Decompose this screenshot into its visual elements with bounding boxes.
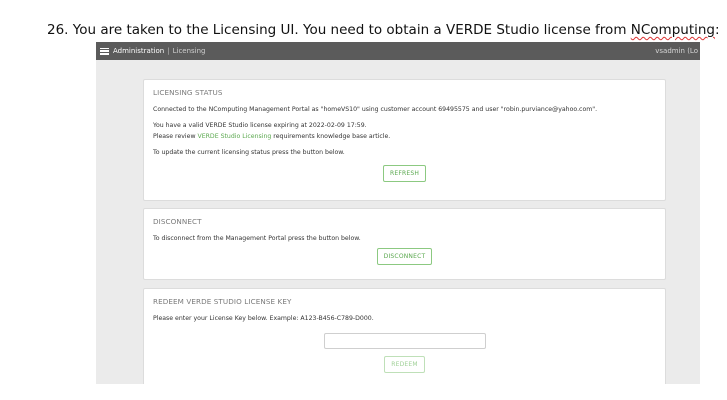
top-bar: Administration | Licensing vsadmin (Lo — [96, 42, 700, 60]
disconnect-button[interactable]: DISCONNECT — [376, 248, 433, 265]
update-instructions: To update the current licensing status p… — [153, 149, 345, 156]
disconnect-panel: DISCONNECT To disconnect from the Manage… — [143, 208, 666, 280]
step-suffix: : — [715, 22, 720, 38]
review-text: Please review VERDE Studio Licensing req… — [153, 133, 656, 141]
disconnect-heading: DISCONNECT — [153, 217, 202, 226]
step-company: NComputing — [630, 22, 715, 38]
user-menu[interactable]: vsadmin (Lo — [655, 47, 700, 55]
breadcrumb-licensing: Licensing — [172, 47, 206, 55]
document-step-caption: 26. You are taken to the Licensing UI. Y… — [47, 22, 720, 38]
verde-licensing-link[interactable]: VERDE Studio Licensing — [197, 133, 271, 140]
license-valid-text: You have a valid VERDE Studio license ex… — [153, 122, 367, 129]
menu-icon[interactable] — [100, 47, 109, 55]
redeem-panel: REDEEM VERDE STUDIO LICENSE KEY Please e… — [143, 288, 666, 384]
refresh-button[interactable]: REFRESH — [382, 165, 427, 182]
licensing-status-heading: LICENSING STATUS — [153, 88, 223, 97]
connection-status-text: Connected to the NComputing Management P… — [153, 106, 598, 113]
step-text: 26. You are taken to the Licensing UI. Y… — [47, 22, 631, 38]
review-suffix: requirements knowledge base article. — [271, 133, 391, 140]
breadcrumb-separator: | — [167, 47, 170, 55]
review-prefix: Please review — [153, 133, 198, 140]
license-key-input[interactable] — [323, 333, 486, 349]
disconnect-text: To disconnect from the Management Portal… — [153, 235, 361, 242]
redeem-text: Please enter your License Key below. Exa… — [153, 315, 374, 322]
redeem-button[interactable]: REDEEM — [384, 356, 425, 373]
redeem-heading: REDEEM VERDE STUDIO LICENSE KEY — [153, 297, 292, 306]
breadcrumb-administration[interactable]: Administration — [113, 47, 164, 55]
licensing-screen: Administration | Licensing vsadmin (Lo L… — [96, 42, 700, 384]
licensing-status-panel: LICENSING STATUS Connected to the NCompu… — [143, 79, 666, 201]
